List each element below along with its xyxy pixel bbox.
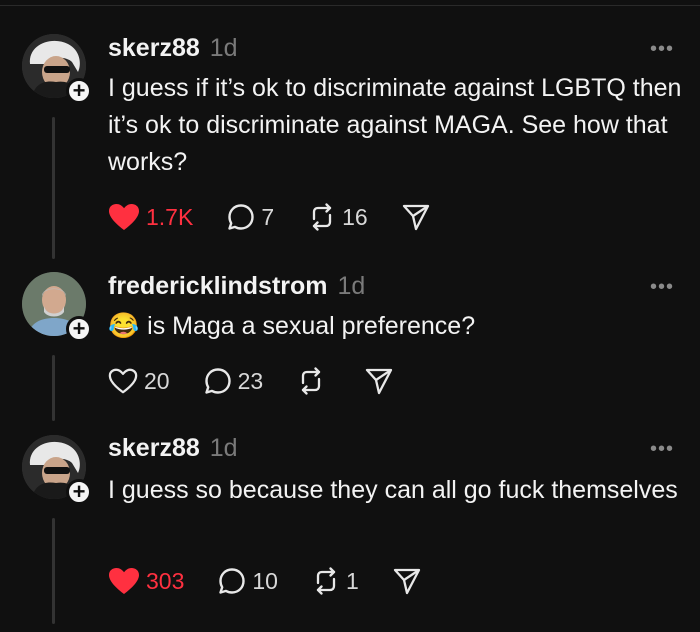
timestamp: 1d: [209, 434, 238, 462]
like-button[interactable]: 303: [108, 567, 184, 595]
follow-plus-icon[interactable]: +: [66, 78, 92, 104]
share-icon: [393, 568, 420, 595]
action-bar: 1.7K 7 16: [108, 202, 464, 232]
heart-icon: [109, 568, 139, 594]
share-button[interactable]: [402, 203, 430, 231]
timestamp: 1d: [337, 272, 366, 300]
repost-button[interactable]: 16: [308, 203, 368, 231]
more-icon[interactable]: •••: [650, 38, 674, 61]
follow-plus-icon[interactable]: +: [66, 316, 92, 342]
reply-button[interactable]: 23: [204, 367, 264, 395]
heart-icon: [109, 204, 139, 230]
share-icon: [366, 368, 393, 395]
follow-plus-icon[interactable]: +: [66, 479, 92, 505]
repost-button[interactable]: 1: [312, 567, 359, 595]
repost-count: 16: [342, 203, 368, 230]
username[interactable]: skerz88: [108, 34, 200, 62]
repost-icon: [316, 567, 336, 595]
reply-button[interactable]: 7: [227, 203, 274, 231]
like-count: 20: [144, 367, 170, 394]
like-count: 1.7K: [146, 203, 194, 230]
avatar[interactable]: +: [22, 435, 92, 505]
repost-icon: [302, 367, 321, 395]
username[interactable]: fredericklindstrom: [108, 272, 328, 300]
like-count: 303: [146, 567, 185, 594]
reply-icon: [204, 368, 231, 394]
like-button[interactable]: 1.7K: [108, 203, 193, 231]
like-button[interactable]: 20: [108, 367, 170, 395]
username[interactable]: skerz88: [108, 434, 200, 462]
thread-line: [52, 117, 55, 259]
thread-line: [52, 518, 55, 624]
more-icon[interactable]: •••: [650, 276, 674, 299]
thread-line: [52, 355, 55, 421]
heart-icon: [108, 368, 138, 394]
share-icon: [402, 204, 429, 231]
post-text: I guess if it’s ok to discriminate again…: [108, 74, 682, 176]
reply-icon: [228, 204, 255, 230]
more-icon[interactable]: •••: [650, 438, 674, 461]
post-text: I guess so because they can all go fuck …: [108, 476, 678, 504]
share-button[interactable]: [365, 367, 393, 395]
divider: [0, 5, 700, 6]
reply-count: 7: [261, 203, 275, 230]
avatar[interactable]: +: [22, 272, 92, 342]
share-button[interactable]: [393, 567, 421, 595]
reply-icon: [219, 568, 246, 594]
laughing-emoji: 😂: [108, 312, 140, 340]
action-bar: 20 23: [108, 366, 427, 396]
avatar[interactable]: +: [22, 34, 92, 104]
reply-count: 23: [237, 367, 264, 394]
repost-icon: [312, 203, 332, 231]
timestamp: 1d: [209, 34, 238, 62]
repost-button[interactable]: [297, 367, 331, 395]
reply-button[interactable]: 10: [218, 567, 278, 595]
post-text: 😂 is Maga a sexual preference?: [108, 312, 476, 340]
action-bar: 303 10 1: [108, 566, 455, 596]
reply-count: 10: [252, 567, 278, 594]
repost-count: 1: [345, 567, 359, 594]
